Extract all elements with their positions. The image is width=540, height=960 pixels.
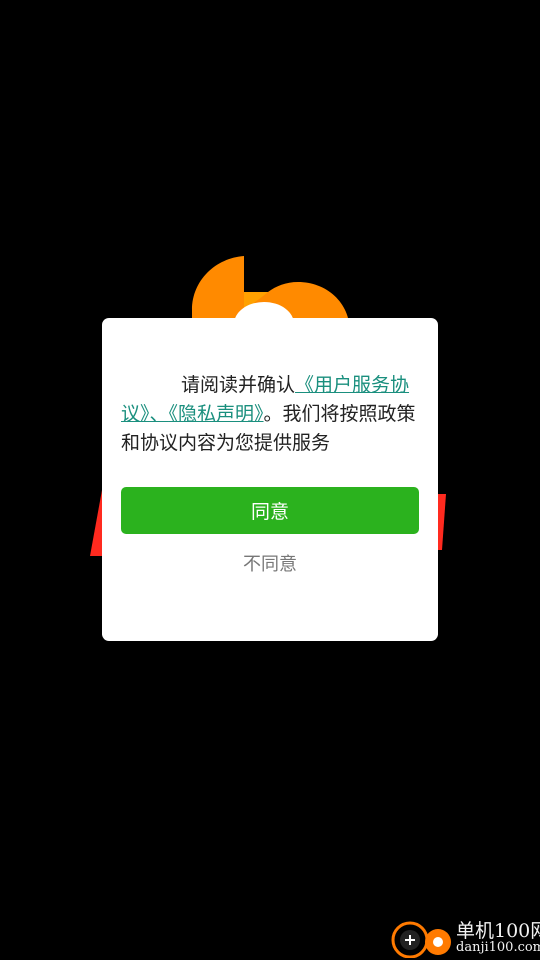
agree-button[interactable]: 同意 (121, 487, 419, 534)
privacy-dialog: 请阅读并确认《用户服务协议》、《隐私声明》。我们将按照政策和协议内容为您提供服务… (102, 318, 438, 641)
danji100-logo-icon (391, 921, 451, 958)
privacy-statement-link[interactable]: 《隐私声明》 (169, 403, 264, 425)
watermark: 单机100网 danji100.com (388, 914, 540, 960)
agree-button-label: 同意 (250, 501, 289, 523)
disagree-button[interactable]: 不同意 (220, 548, 320, 578)
link-separator: 、 (149, 403, 169, 425)
watermark-title: 单机100网 (456, 920, 540, 942)
screen: 请阅读并确认《用户服务协议》、《隐私声明》。我们将按照政策和协议内容为您提供服务… (0, 0, 540, 960)
dialog-message: 请阅读并确认《用户服务协议》、《隐私声明》。我们将按照政策和协议内容为您提供服务 (121, 371, 421, 458)
disagree-button-label: 不同意 (243, 554, 297, 575)
watermark-url: danji100.com (456, 940, 540, 955)
message-prefix: 请阅读并确认 (181, 374, 296, 396)
